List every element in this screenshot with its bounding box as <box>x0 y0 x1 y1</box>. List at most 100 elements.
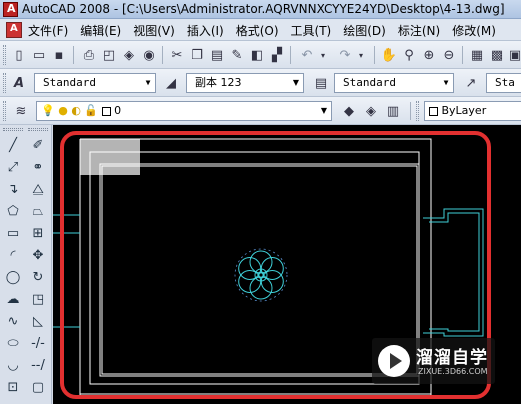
toolbar-separator <box>462 46 463 64</box>
freeze-sun-icon: ● <box>58 104 68 117</box>
line-icon[interactable]: ╱ <box>1 134 25 156</box>
multileader-style-select[interactable]: Sta <box>486 73 521 93</box>
rectangle-icon[interactable]: ▭ <box>1 222 25 244</box>
menu-bar: 文件(F) 编辑(E) 视图(V) 插入(I) 格式(O) 工具(T) 绘图(D… <box>0 19 521 41</box>
menu-dimension[interactable]: 标注(N) <box>398 22 440 39</box>
layer-states-icon[interactable]: ▥ <box>384 102 402 120</box>
layer-previous-icon[interactable]: ◈ <box>362 102 380 120</box>
chevron-down-icon[interactable]: ▼ <box>289 74 303 92</box>
window-title: AutoCAD 2008 - [C:\Users\Administrator.A… <box>22 2 505 16</box>
menu-view[interactable]: 视图(V) <box>133 22 175 39</box>
pan-realtime-icon[interactable]: ✋ <box>380 46 398 64</box>
layer-manager-icon[interactable]: ≋ <box>12 102 30 120</box>
rotate-icon[interactable]: ↻ <box>26 266 50 288</box>
toolbar-grip[interactable] <box>3 73 6 93</box>
chevron-down-icon[interactable]: ▼ <box>141 74 155 92</box>
document-icon[interactable] <box>6 22 22 38</box>
revision-cloud-icon[interactable]: ☁ <box>1 288 25 310</box>
arc-icon[interactable]: ◜ <box>1 244 25 266</box>
watermark-url: ZIXUE.3D66.COM <box>418 367 488 376</box>
color-control-select[interactable]: ByLayer <box>424 101 521 121</box>
insert-block-icon[interactable]: ⊡ <box>1 376 25 398</box>
autocad-window: AutoCAD 2008 - [C:\Users\Administrator.A… <box>0 0 521 404</box>
menu-file[interactable]: 文件(F) <box>28 22 68 39</box>
layer-select[interactable]: 💡 ● ◐ 🔓 0 ▼ <box>36 101 332 121</box>
menu-tools[interactable]: 工具(T) <box>291 22 332 39</box>
watermark-title: 溜溜自学 <box>416 348 488 368</box>
polygon-icon[interactable]: ⬠ <box>1 200 25 222</box>
multileader-style-icon[interactable]: ↗ <box>462 74 480 92</box>
text-style-value: Standard <box>43 76 96 89</box>
design-center-icon[interactable]: ▩ <box>488 46 506 64</box>
watermark: 溜溜自学 ZIXUE.3D66.COM <box>372 338 495 384</box>
ellipse-arc-icon[interactable]: ◡ <box>1 354 25 376</box>
publish-icon[interactable]: ◈ <box>120 46 138 64</box>
table-style-icon[interactable]: ▤ <box>312 74 330 92</box>
toolbar-grip[interactable] <box>28 128 48 131</box>
text-style-select[interactable]: Standard ▼ <box>34 73 156 93</box>
move-icon[interactable]: ✥ <box>26 244 50 266</box>
standard-toolbar: ▯ ▭ ▪ ⎙ ◰ ◈ ◉ ✂ ❐ ▤ ✎ ◧ ▞ ↶ ▾ ↷ ▾ ✋ ⚲ ⊕ … <box>0 41 521 69</box>
make-object-layer-current-icon[interactable]: ◆ <box>340 102 358 120</box>
redo-dropdown-icon[interactable]: ▾ <box>352 46 370 64</box>
text-style-icon[interactable]: A <box>10 74 28 92</box>
mirror-icon[interactable]: ⧋ <box>26 178 50 200</box>
toolbar-separator <box>374 46 375 64</box>
erase-icon[interactable]: ✐ <box>26 134 50 156</box>
menu-draw[interactable]: 绘图(D) <box>343 22 386 39</box>
save-icon[interactable]: ▪ <box>50 46 68 64</box>
paint-brush-icon[interactable]: ▞ <box>268 46 286 64</box>
right-notch-inner <box>429 212 480 332</box>
menu-insert[interactable]: 插入(I) <box>187 22 224 39</box>
extend-icon[interactable]: --/ <box>26 354 50 376</box>
color-control-value: ByLayer <box>441 104 487 117</box>
polyline-icon[interactable]: ↴ <box>1 178 25 200</box>
block-editor-icon[interactable]: ◧ <box>248 46 266 64</box>
array-icon[interactable]: ⊞ <box>26 222 50 244</box>
zoom-window-icon[interactable]: ⊕ <box>420 46 438 64</box>
trim-icon[interactable]: -/- <box>26 332 50 354</box>
toolbar-grip[interactable] <box>3 45 6 65</box>
tool-palettes-icon[interactable]: ▣ <box>506 46 521 64</box>
middle-frame <box>89 151 420 385</box>
layers-toolbar: ≋ 💡 ● ◐ 🔓 0 ▼ ◆ ◈ ▥ ByLayer <box>0 97 521 125</box>
dimension-style-icon[interactable]: ◢ <box>162 74 180 92</box>
print-preview-icon[interactable]: ◰ <box>100 46 118 64</box>
toolbar-grip[interactable] <box>3 128 23 131</box>
circle-icon[interactable]: ◯ <box>1 266 25 288</box>
new-file-icon[interactable]: ▯ <box>10 46 28 64</box>
copy-icon[interactable]: ❐ <box>188 46 206 64</box>
modify-toolbar: ✐ ⚭ ⧋ ⏢ ⊞ ✥ ↻ ◳ ◺ -/- --/ ▢ <box>26 127 50 398</box>
table-style-value: Standard <box>343 76 396 89</box>
menu-format[interactable]: 格式(O) <box>236 22 279 39</box>
match-properties-icon[interactable]: ✎ <box>228 46 246 64</box>
autocad-app-icon[interactable] <box>3 2 18 17</box>
print-icon[interactable]: ⎙ <box>80 46 98 64</box>
toolbar-grip[interactable] <box>416 101 419 121</box>
offset-icon[interactable]: ⏢ <box>26 200 50 222</box>
chevron-down-icon[interactable]: ▼ <box>317 102 331 120</box>
right-notch-outer <box>423 208 484 337</box>
properties-icon[interactable]: ▦ <box>468 46 486 64</box>
copy-object-icon[interactable]: ⚭ <box>26 156 50 178</box>
dimension-style-select[interactable]: 副本 123 ▼ <box>186 73 304 93</box>
menu-edit[interactable]: 编辑(E) <box>80 22 121 39</box>
table-style-select[interactable]: Standard ▼ <box>334 73 454 93</box>
zoom-previous-icon[interactable]: ⊖ <box>440 46 458 64</box>
3d-dwf-icon[interactable]: ◉ <box>140 46 158 64</box>
paste-icon[interactable]: ▤ <box>208 46 226 64</box>
spline-icon[interactable]: ∿ <box>1 310 25 332</box>
stretch-icon[interactable]: ◺ <box>26 310 50 332</box>
break-icon[interactable]: ▢ <box>26 376 50 398</box>
construction-line-icon[interactable]: ⤢ <box>1 156 25 178</box>
undo-dropdown-icon[interactable]: ▾ <box>314 46 332 64</box>
zoom-realtime-icon[interactable]: ⚲ <box>400 46 418 64</box>
toolbar-grip[interactable] <box>3 101 6 121</box>
open-folder-icon[interactable]: ▭ <box>30 46 48 64</box>
ellipse-icon[interactable]: ⬭ <box>1 332 25 354</box>
scale-icon[interactable]: ◳ <box>26 288 50 310</box>
title-bar: AutoCAD 2008 - [C:\Users\Administrator.A… <box>0 0 521 19</box>
menu-modify[interactable]: 修改(M) <box>452 22 496 39</box>
chevron-down-icon[interactable]: ▼ <box>439 74 453 92</box>
cut-icon[interactable]: ✂ <box>168 46 186 64</box>
